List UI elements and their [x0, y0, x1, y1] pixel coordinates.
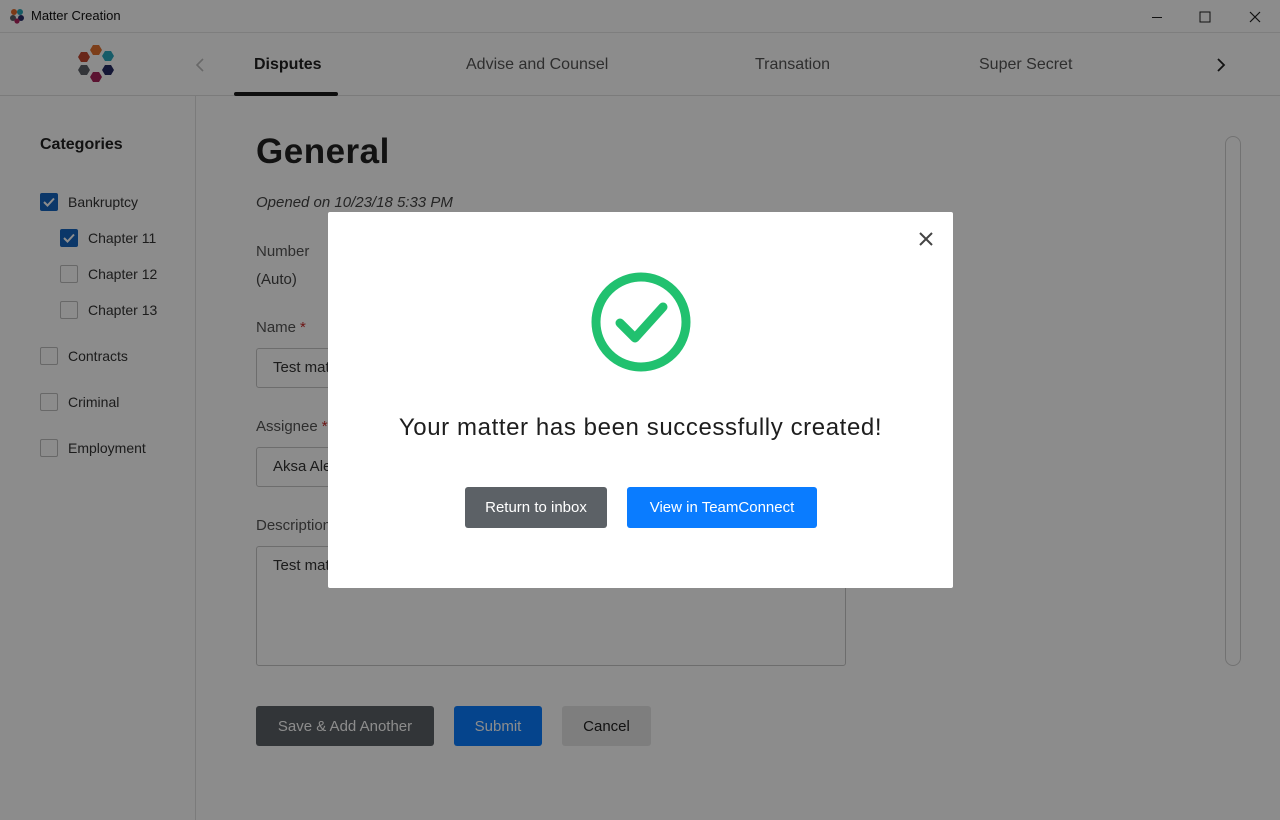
success-message: Your matter has been successfully create… [398, 414, 883, 441]
success-check-icon [591, 272, 691, 372]
success-dialog: Your matter has been successfully create… [328, 212, 953, 588]
view-in-teamconnect-button[interactable]: View in TeamConnect [627, 487, 817, 528]
dialog-close-button[interactable] [914, 227, 938, 251]
return-to-inbox-button[interactable]: Return to inbox [465, 487, 607, 528]
close-icon [919, 232, 933, 246]
